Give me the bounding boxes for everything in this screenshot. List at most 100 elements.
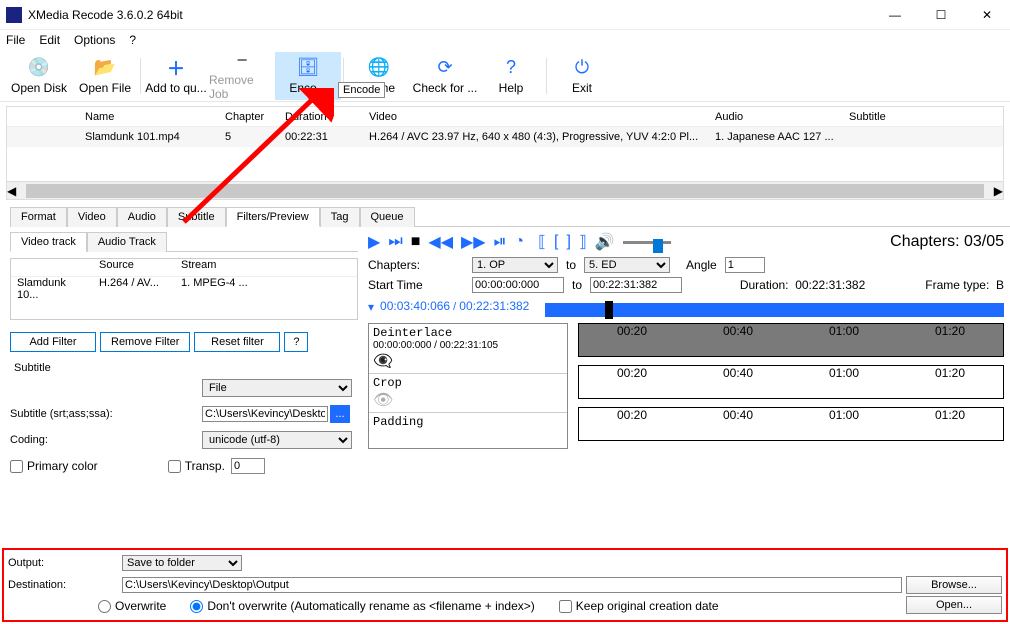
horizontal-scrollbar[interactable]: ◀▶: [7, 181, 1003, 199]
filter-item-deinterlace[interactable]: Deinterlace 00:00:00:000 / 00:22:31:105 …: [369, 324, 567, 374]
chevron-down-icon[interactable]: ▾: [368, 300, 374, 314]
subtitle-path-input[interactable]: [202, 406, 328, 422]
tab-format[interactable]: Format: [10, 207, 67, 227]
help-button[interactable]: ?Help: [478, 52, 544, 100]
maximize-button[interactable]: ☐: [918, 0, 964, 30]
close-button[interactable]: ✕: [964, 0, 1010, 30]
next-icon[interactable]: ⏭: [388, 233, 402, 251]
add-filter-button[interactable]: Add Filter: [10, 332, 96, 352]
subtitle-browse-button[interactable]: ...: [330, 405, 350, 423]
volume-slider[interactable]: [623, 241, 671, 244]
tab-audio-track[interactable]: Audio Track: [87, 232, 167, 252]
eye-strike-icon[interactable]: 👁‍🗨: [373, 351, 563, 371]
globe-icon: 🌐: [368, 57, 390, 79]
chapters-counter: Chapters: 03/05: [890, 233, 1004, 251]
open-file-button[interactable]: 📂Open File: [72, 52, 138, 100]
question-icon: ?: [500, 57, 522, 79]
minimize-button[interactable]: —: [872, 0, 918, 30]
table-row[interactable]: Slamdunk 101.mp4 5 00:22:31 H.264 / AVC …: [7, 127, 1003, 147]
play-icon[interactable]: ▶: [368, 232, 380, 252]
bracket-right-icon[interactable]: ]: [566, 233, 570, 251]
list-item[interactable]: Slamdunk 10... H.264 / AV... 1. MPEG-4 .…: [11, 277, 357, 295]
menu-options[interactable]: Options: [74, 33, 115, 47]
menubar: File Edit Options ?: [0, 30, 1010, 50]
subtitle-file-label: Subtitle (srt;ass;ssa):: [10, 408, 202, 420]
bracket-left-icon[interactable]: [: [554, 233, 558, 251]
coding-select[interactable]: unicode (utf-8): [202, 431, 352, 449]
overwrite-radio[interactable]: [98, 600, 111, 613]
encode-button[interactable]: 🗄Enco...: [275, 52, 341, 100]
chapter-to-select[interactable]: 5. ED: [584, 257, 670, 273]
dont-overwrite-radio[interactable]: [190, 600, 203, 613]
play-position: 00:03:40:066 / 00:22:31:382: [380, 299, 529, 313]
start-time-label: Start Time: [368, 278, 464, 292]
timeline-strip[interactable]: 00:2000:4001:0001:20: [578, 407, 1004, 441]
tab-video-track[interactable]: Video track: [10, 232, 87, 252]
window-title: XMedia Recode 3.6.0.2 64bit: [28, 8, 183, 22]
eye-icon[interactable]: 👁: [373, 390, 563, 410]
col-chapters[interactable]: Chapter: [221, 111, 281, 123]
destination-label: Destination:: [8, 579, 118, 591]
filter-help-button[interactable]: ?: [284, 332, 308, 352]
col-name[interactable]: Name: [81, 111, 221, 123]
start-from-input[interactable]: [472, 277, 564, 293]
disk-icon: 💿: [28, 57, 50, 79]
subtitle-source-select[interactable]: File: [202, 379, 352, 397]
check-updates-button[interactable]: ⟳Check for ...: [412, 52, 478, 100]
reset-filter-button[interactable]: Reset filter: [194, 332, 280, 352]
open-disk-button[interactable]: 💿Open Disk: [6, 52, 72, 100]
col-video[interactable]: Video: [365, 111, 711, 123]
file-table: Name Chapter Duration Video Audio Subtit…: [6, 106, 1004, 200]
plus-icon: ＋: [165, 57, 187, 79]
remove-filter-button[interactable]: Remove Filter: [100, 332, 190, 352]
clock-icon[interactable]: ◔: [514, 233, 524, 251]
timeline-strip[interactable]: 00:2000:4001:0001:20: [578, 323, 1004, 357]
timeline-slider[interactable]: [545, 303, 1004, 317]
bracket-out-icon[interactable]: ⟧: [579, 232, 587, 252]
tab-tag[interactable]: Tag: [320, 207, 360, 227]
angle-label: Angle: [686, 258, 717, 272]
step-icon[interactable]: ⏯: [494, 233, 507, 251]
filter-item-padding[interactable]: Padding: [369, 413, 567, 431]
tab-queue[interactable]: Queue: [360, 207, 415, 227]
tab-subtitle[interactable]: Subtitle: [167, 207, 226, 227]
stop-icon[interactable]: ■: [411, 233, 421, 251]
filter-item-crop[interactable]: Crop 👁: [369, 374, 567, 413]
volume-icon[interactable]: 🔊: [595, 232, 615, 252]
col-audio[interactable]: Audio: [711, 111, 845, 123]
add-queue-button[interactable]: ＋Add to qu...: [143, 52, 209, 100]
col-duration[interactable]: Duration: [281, 111, 365, 123]
tab-filters-preview[interactable]: Filters/Preview: [226, 207, 320, 227]
bracket-in-icon[interactable]: ⟦: [538, 232, 546, 252]
primary-color-checkbox[interactable]: [10, 460, 23, 473]
menu-edit[interactable]: Edit: [39, 33, 60, 47]
exit-button[interactable]: ⏻Exit: [549, 52, 615, 100]
col-subtitle[interactable]: Subtitle: [845, 111, 965, 123]
tab-audio[interactable]: Audio: [117, 207, 167, 227]
menu-help[interactable]: ?: [129, 33, 136, 47]
keep-date-checkbox[interactable]: [559, 600, 572, 613]
transp-checkbox[interactable]: [168, 460, 181, 473]
titlebar: XMedia Recode 3.6.0.2 64bit — ☐ ✕: [0, 0, 1010, 30]
output-label: Output:: [8, 557, 118, 569]
refresh-icon: ⟳: [434, 57, 456, 79]
remove-job-button[interactable]: −Remove Job: [209, 52, 275, 100]
menu-file[interactable]: File: [6, 33, 25, 47]
angle-input[interactable]: [725, 257, 765, 273]
rewind-icon[interactable]: ◀◀: [428, 232, 453, 252]
chapters-label: Chapters:: [368, 258, 464, 272]
browse-button[interactable]: Browse...: [906, 576, 1002, 594]
coding-label: Coding:: [10, 434, 202, 446]
output-select[interactable]: Save to folder: [122, 555, 242, 571]
subtitle-group-label: Subtitle: [14, 362, 358, 374]
tab-video[interactable]: Video: [67, 207, 117, 227]
start-to-input[interactable]: [590, 277, 682, 293]
main-tabs: Format Video Audio Subtitle Filters/Prev…: [10, 206, 1010, 227]
open-button[interactable]: Open...: [906, 596, 1002, 614]
fastforward-icon[interactable]: ▶▶: [461, 232, 486, 252]
destination-input[interactable]: [122, 577, 902, 593]
app-icon: [6, 7, 22, 23]
chapter-from-select[interactable]: 1. OP: [472, 257, 558, 273]
timeline-strip[interactable]: 00:2000:4001:0001:20: [578, 365, 1004, 399]
transp-input[interactable]: [231, 458, 265, 474]
